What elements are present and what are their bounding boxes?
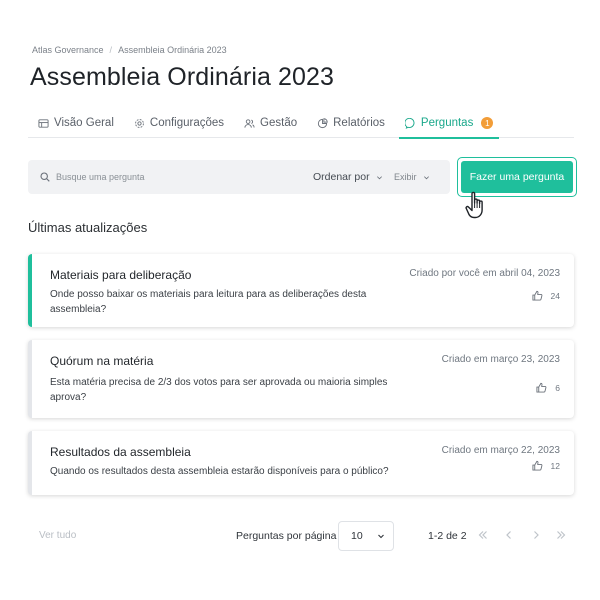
ask-question-button[interactable]: Fazer uma pergunta <box>461 161 573 193</box>
sort-dropdown[interactable]: Ordenar por <box>313 160 383 194</box>
tab-management[interactable]: Gestão <box>234 108 307 138</box>
breadcrumb-item-meeting[interactable]: Assembleia Ordinária 2023 <box>118 45 227 55</box>
search-input[interactable] <box>56 172 286 182</box>
chevron-down-icon <box>376 175 382 179</box>
next-page-icon[interactable] <box>529 528 543 542</box>
tab-reports[interactable]: Relatórios <box>307 108 395 138</box>
breadcrumb-separator: / <box>109 45 113 55</box>
like-count: 6 <box>555 382 560 393</box>
tab-settings[interactable]: Configurações <box>124 108 234 138</box>
show-label: Exibir <box>394 172 417 182</box>
question-title: Quórum na matéria <box>50 354 154 368</box>
overview-icon <box>38 118 49 128</box>
gear-icon <box>134 118 144 128</box>
tab-label: Gestão <box>260 117 298 129</box>
show-dropdown[interactable]: Exibir <box>394 160 430 194</box>
page-title: Assembleia Ordinária 2023 <box>30 63 335 91</box>
search-bar: Ordenar por Exibir <box>28 160 450 194</box>
like-count: 24 <box>550 290 560 301</box>
question-card[interactable]: Resultados da assembleia Criado em março… <box>28 431 574 495</box>
breadcrumb-item-org[interactable]: Atlas Governance <box>32 45 104 55</box>
question-body: Onde posso baixar os materiais para leit… <box>50 289 367 315</box>
section-title: Últimas atualizações <box>28 220 148 235</box>
previous-page-icon[interactable] <box>502 528 516 542</box>
tab-questions[interactable]: Perguntas 1 <box>395 108 503 139</box>
question-date: Criado em março 22, 2023 <box>441 445 560 456</box>
hand-pointer-icon <box>465 191 483 219</box>
like-count: 12 <box>550 460 560 471</box>
pagination-footer: Ver tudo Perguntas por página 10 1-2 de … <box>28 521 574 551</box>
tab-label: Visão Geral <box>54 117 114 129</box>
question-date: Criado em março 23, 2023 <box>441 354 560 365</box>
search-icon <box>40 172 50 182</box>
question-title: Resultados da assembleia <box>50 445 191 459</box>
people-icon <box>244 118 255 128</box>
question-body: Quando os resultados desta assembleia es… <box>50 466 389 477</box>
question-title: Materiais para deliberação <box>50 268 192 282</box>
pagination-range: 1-2 de 2 <box>428 530 467 542</box>
question-card[interactable]: Materiais para deliberação Criado por vo… <box>28 254 574 327</box>
question-card[interactable]: Quórum na matéria Criado em março 23, 20… <box>28 340 574 418</box>
thumbs-up-icon <box>531 290 542 301</box>
question-date: Criado por você em abril 04, 2023 <box>409 268 560 279</box>
sort-label: Ordenar por <box>313 171 370 183</box>
tab-label: Relatórios <box>333 117 385 129</box>
question-body: Esta matéria precisa de 2/3 dos votos pa… <box>50 377 388 403</box>
last-page-icon[interactable] <box>554 528 568 542</box>
pie-chart-icon <box>318 117 328 128</box>
per-page-value: 10 <box>351 530 363 542</box>
thumbs-up-icon <box>536 382 547 393</box>
see-all-link[interactable]: Ver tudo <box>39 530 76 541</box>
thumbs-up-icon <box>531 460 542 471</box>
notification-badge: 1 <box>481 117 494 129</box>
chevron-down-icon <box>423 175 429 179</box>
like-button[interactable]: 12 <box>531 460 560 471</box>
breadcrumb: Atlas Governance / Assembleia Ordinária … <box>32 45 227 55</box>
per-page-label: Perguntas por página <box>236 530 337 542</box>
chat-icon <box>404 117 415 129</box>
tab-label: Perguntas <box>420 117 474 129</box>
first-page-icon[interactable] <box>476 528 490 542</box>
chevron-down-icon <box>377 534 384 539</box>
like-button[interactable]: 24 <box>531 290 560 301</box>
per-page-select[interactable]: 10 <box>338 521 394 551</box>
tab-overview[interactable]: Visão Geral <box>28 108 124 138</box>
like-button[interactable]: 6 <box>536 382 560 393</box>
tab-bar: Visão Geral Configurações Gestão Relatór… <box>28 108 574 139</box>
tab-label: Configurações <box>149 117 225 129</box>
